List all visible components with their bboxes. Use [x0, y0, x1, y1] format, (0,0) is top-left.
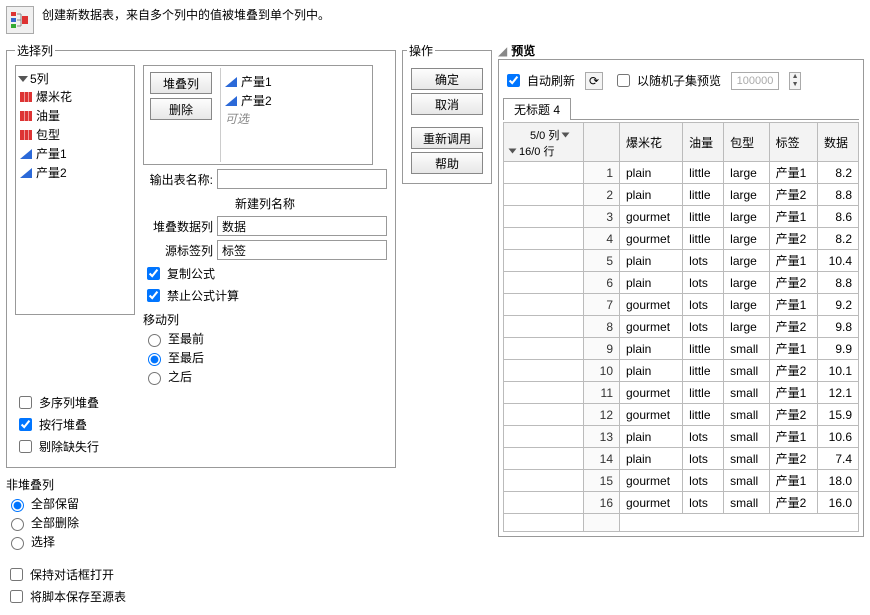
column-type-icon	[225, 77, 237, 87]
actions-group: 操作 确定 取消 重新调用 帮助	[402, 42, 492, 184]
keep-open-checkbox[interactable]	[10, 568, 23, 581]
copy-formula-label: 复制公式	[167, 265, 215, 282]
random-subset-label: 以随机子集预览	[637, 72, 721, 89]
column-header[interactable]: 包型	[724, 123, 769, 162]
rows-menu-icon[interactable]	[509, 149, 517, 154]
by-row-checkbox[interactable]	[19, 418, 32, 431]
column-type-icon	[20, 111, 32, 121]
move-section-label: 移动列	[143, 311, 387, 328]
copy-formula-checkbox[interactable]	[147, 267, 160, 280]
auto-refresh-checkbox[interactable]	[507, 74, 520, 87]
table-row[interactable]: 6plainlotslarge产量28.8	[504, 272, 859, 294]
table-row[interactable]: 4gourmetlittlelarge产量28.2	[504, 228, 859, 250]
column-count: 5列	[30, 70, 49, 87]
table-row[interactable]: 3gourmetlittlelarge产量18.6	[504, 206, 859, 228]
nonstack-radio[interactable]	[11, 518, 24, 531]
table-row[interactable]: 5plainlotslarge产量110.4	[504, 250, 859, 272]
table-row[interactable]: 16gourmetlotssmall产量216.0	[504, 492, 859, 514]
source-tag-label: 源标签列	[143, 242, 213, 259]
subset-size-input[interactable]: 100000	[731, 72, 779, 90]
table-row[interactable]: 11gourmetlittlesmall产量112.1	[504, 382, 859, 404]
tab-untitled[interactable]: 无标题 4	[503, 98, 571, 120]
column-header[interactable]: 爆米花	[620, 123, 683, 162]
column-header[interactable]: 油量	[683, 123, 724, 162]
list-item[interactable]: 包型	[20, 125, 130, 144]
table-row[interactable]: 8gourmetlotslarge产量29.8	[504, 316, 859, 338]
preview-disclosure-icon[interactable]: ◢	[498, 44, 507, 58]
multi-seq-label: 多序列堆叠	[39, 394, 99, 411]
refresh-icon[interactable]: ⟳	[585, 72, 603, 90]
auto-refresh-label: 自动刷新	[527, 72, 575, 89]
table-row[interactable]: 15gourmetlotssmall产量118.0	[504, 470, 859, 492]
save-script-checkbox[interactable]	[10, 590, 23, 603]
move-radio[interactable]	[148, 353, 161, 366]
column-header[interactable]: 数据	[817, 123, 858, 162]
column-type-icon	[20, 130, 32, 140]
source-tag-input[interactable]	[217, 240, 387, 260]
preview-table: 5/0 列 16/0 行 爆米花油量包型标签数据 1plainlittlelar…	[503, 122, 859, 532]
select-columns-group: 选择列 5列 爆米花油量包型产量1产量2 堆叠列 删除 产量1产量2可选	[6, 42, 396, 468]
multi-seq-checkbox[interactable]	[19, 396, 32, 409]
by-row-label: 按行堆叠	[39, 416, 87, 433]
table-row[interactable]: 12gourmetlittlesmall产量215.9	[504, 404, 859, 426]
column-type-icon	[225, 96, 237, 106]
actions-legend: 操作	[407, 42, 435, 59]
cols-menu-icon[interactable]	[562, 133, 570, 138]
source-column-list[interactable]: 5列 爆米花油量包型产量1产量2	[15, 65, 135, 315]
column-type-icon	[20, 92, 32, 102]
ok-button[interactable]: 确定	[411, 68, 483, 90]
stack-button[interactable]: 堆叠列	[150, 72, 212, 94]
table-row[interactable]: 9plainlittlesmall产量19.9	[504, 338, 859, 360]
nonstack-radio[interactable]	[11, 499, 24, 512]
column-type-icon	[20, 149, 32, 159]
drop-missing-label: 剔除缺失行	[39, 438, 99, 455]
list-item[interactable]: 爆米花	[20, 87, 130, 106]
column-type-icon	[20, 168, 32, 178]
collapse-icon[interactable]	[18, 76, 28, 82]
nonstack-radio[interactable]	[11, 537, 24, 550]
table-row[interactable]: 13plainlotssmall产量110.6	[504, 426, 859, 448]
preview-legend: 预览	[511, 42, 535, 59]
stack-data-input[interactable]	[217, 216, 387, 236]
list-item[interactable]: 油量	[20, 106, 130, 125]
save-script-label: 将脚本保存至源表	[30, 588, 126, 605]
move-radio[interactable]	[148, 334, 161, 347]
cols-info: 5/0 列	[530, 127, 559, 143]
output-table-label: 输出表名称:	[143, 171, 213, 188]
rows-info: 16/0 行	[519, 143, 554, 159]
column-header[interactable]: 标签	[769, 123, 817, 162]
app-icon	[6, 6, 34, 34]
output-table-input[interactable]	[217, 169, 387, 189]
list-item[interactable]: 产量1	[20, 144, 130, 163]
table-row[interactable]: 2plainlittlelarge产量28.8	[504, 184, 859, 206]
select-columns-legend: 选择列	[15, 42, 55, 59]
header-description: 创建新数据表，来自多个列中的值被堆叠到单个列中。	[42, 6, 330, 23]
keep-open-label: 保持对话框打开	[30, 566, 114, 583]
delete-button[interactable]: 删除	[150, 98, 212, 120]
stacked-item[interactable]: 产量1	[225, 72, 366, 91]
forbid-calc-checkbox[interactable]	[147, 289, 160, 302]
stacked-item[interactable]: 产量2	[225, 91, 366, 110]
stack-data-label: 堆叠数据列	[143, 218, 213, 235]
cancel-button[interactable]: 取消	[411, 93, 483, 115]
nonstack-label: 非堆叠列	[6, 476, 396, 493]
stacked-columns-box: 堆叠列 删除 产量1产量2可选	[143, 65, 373, 165]
new-col-section: 新建列名称	[143, 195, 387, 212]
table-row[interactable]: 14plainlotssmall产量27.4	[504, 448, 859, 470]
table-row[interactable]: 1plainlittlelarge产量18.2	[504, 162, 859, 184]
recall-button[interactable]: 重新调用	[411, 127, 483, 149]
random-subset-checkbox[interactable]	[617, 74, 630, 87]
list-item[interactable]: 产量2	[20, 163, 130, 182]
table-row[interactable]: 7gourmetlotslarge产量19.2	[504, 294, 859, 316]
table-row[interactable]: 10plainlittlesmall产量210.1	[504, 360, 859, 382]
subset-stepper[interactable]: ▲▼	[789, 72, 801, 90]
move-radio[interactable]	[148, 372, 161, 385]
forbid-calc-label: 禁止公式计算	[167, 287, 239, 304]
stacked-placeholder: 可选	[225, 110, 366, 127]
drop-missing-checkbox[interactable]	[19, 440, 32, 453]
help-button[interactable]: 帮助	[411, 152, 483, 174]
